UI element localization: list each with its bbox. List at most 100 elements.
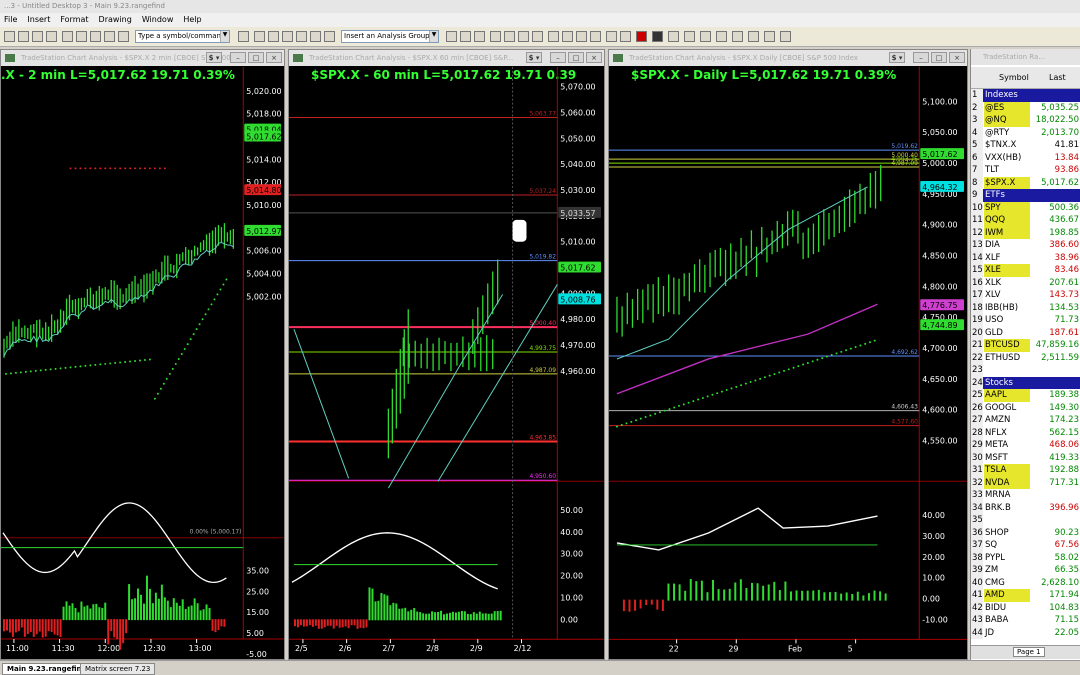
symbol-cell[interactable]: AAPL <box>984 389 1030 402</box>
arrow-icon[interactable] <box>296 31 307 42</box>
horizontal-line-icon[interactable] <box>548 31 559 42</box>
symbol-cell[interactable]: META <box>984 439 1030 452</box>
wrench-icon[interactable] <box>748 31 759 42</box>
vertical-line-icon[interactable] <box>562 31 573 42</box>
record-icon[interactable] <box>636 31 647 42</box>
zoom-icon[interactable] <box>254 31 265 42</box>
radar-icon[interactable] <box>76 31 87 42</box>
link-icon[interactable] <box>238 31 249 42</box>
quote-row[interactable]: 8 $SPX.X 5,017.62 <box>971 176 1080 189</box>
rectangle-icon[interactable] <box>620 31 631 42</box>
symbol-cell[interactable]: VXX(HB) <box>984 152 1030 165</box>
symbol-cell[interactable]: GOOGL <box>984 402 1030 415</box>
symbol-cell[interactable]: XLV <box>984 289 1030 302</box>
quote-row[interactable]: 5 $TNX.X 41.81 <box>971 139 1080 152</box>
quote-row[interactable]: 11 QQQ 436.67 <box>971 214 1080 227</box>
quote-row[interactable]: 42 BIDU 104.83 <box>971 601 1080 615</box>
tools-icon[interactable] <box>684 31 695 42</box>
quote-row[interactable]: 13 DIA 386.60 <box>971 239 1080 252</box>
analysis-group-input[interactable]: Insert an Analysis Group ▼ <box>341 30 439 43</box>
crosshair-icon[interactable] <box>268 31 279 42</box>
quote-row[interactable]: 20 GLD 187.61 <box>971 326 1080 340</box>
symbol-cell[interactable]: Indexes <box>984 89 1030 102</box>
strategy-icon[interactable] <box>460 31 471 42</box>
symbol-cell[interactable]: GLD <box>984 327 1030 340</box>
symbol-cell[interactable]: @NQ <box>984 114 1030 127</box>
symbol-cell[interactable]: XLK <box>984 277 1030 290</box>
quote-row[interactable]: 32 NVDA 717.31 <box>971 476 1080 489</box>
quote-row[interactable]: 39 ZM 66.35 <box>971 564 1080 577</box>
quote-row[interactable]: 1 Indexes <box>971 89 1080 102</box>
bell-icon[interactable] <box>780 31 791 42</box>
quote-row[interactable]: 27 AMZN 174.23 <box>971 414 1080 427</box>
quote-row[interactable]: 41 AMD 171.94 <box>971 589 1080 602</box>
symbol-cell[interactable]: TSLA <box>984 464 1030 477</box>
undo-icon[interactable] <box>764 31 775 42</box>
symbol-cell[interactable]: ETHUSD <box>984 352 1030 365</box>
quote-row[interactable]: 4 @RTY 2,013.70 <box>971 126 1080 139</box>
symbol-cell[interactable]: IBB(HB) <box>984 302 1030 315</box>
channel-icon[interactable] <box>590 31 601 42</box>
chevron-down-icon[interactable]: ▼ <box>220 31 229 42</box>
drawing-icon[interactable] <box>474 31 485 42</box>
lock-icon[interactable] <box>668 31 679 42</box>
quote-row[interactable]: 28 NFLX 562.15 <box>971 426 1080 439</box>
scanner-icon[interactable] <box>118 31 129 42</box>
symbol-cell[interactable]: BTCUSD <box>984 339 1030 352</box>
bar-icon[interactable] <box>490 31 501 42</box>
page-tab[interactable]: Page 1 <box>1013 647 1045 657</box>
symbol-cell[interactable]: NVDA <box>984 476 1030 489</box>
price-plot[interactable]: 5,020.005,018.005,016.005,014.005,012.00… <box>1 50 284 659</box>
col-symbol[interactable]: Symbol <box>999 73 1029 82</box>
quote-row[interactable]: 7 TLT 93.86 <box>971 164 1080 177</box>
symbol-cell[interactable]: MSFT <box>984 452 1030 465</box>
symbol-cell[interactable]: DIA <box>984 239 1030 252</box>
grid-icon[interactable] <box>652 31 663 42</box>
symbol-cell[interactable]: AMD <box>984 589 1030 602</box>
quote-row[interactable]: 19 USO 71.73 <box>971 314 1080 327</box>
symbol-input[interactable]: Type a symbol/command ▼ <box>135 30 230 43</box>
quote-row[interactable]: 40 CMG 2,628.10 <box>971 576 1080 589</box>
quote-row[interactable]: 22 ETHUSD 2,511.59 <box>971 351 1080 365</box>
symbol-cell[interactable]: BIDU <box>984 602 1030 615</box>
search-icon[interactable] <box>700 31 711 42</box>
symbol-cell[interactable]: MRNA <box>984 489 1030 502</box>
quote-row[interactable]: 29 META 468.06 <box>971 439 1080 452</box>
indicator-icon[interactable] <box>446 31 457 42</box>
quote-row[interactable]: 12 IWM 198.85 <box>971 226 1080 239</box>
line-icon[interactable] <box>518 31 529 42</box>
menu-drawing[interactable]: Drawing <box>99 15 132 25</box>
quote-row[interactable]: 2 @ES 5,035.25 <box>971 101 1080 114</box>
price-plot[interactable]: 5,100.005,050.005,000.004,950.004,900.00… <box>609 50 967 659</box>
price-plot[interactable]: 5,070.00 5,060.00 5,050.00 5,040.00 5,030.00… <box>289 50 604 659</box>
symbol-cell[interactable]: AMZN <box>984 414 1030 427</box>
candle-icon[interactable] <box>504 31 515 42</box>
symbol-cell[interactable]: USO <box>984 314 1030 327</box>
symbol-cell[interactable]: $TNX.X <box>984 139 1030 152</box>
quote-row[interactable]: 17 XLV 143.73 <box>971 289 1080 302</box>
quote-row[interactable]: 33 MRNA <box>971 489 1080 502</box>
quote-row[interactable]: 16 XLK 207.61 <box>971 276 1080 290</box>
text-icon[interactable] <box>310 31 321 42</box>
quote-row[interactable]: 38 PYPL 58.02 <box>971 551 1080 564</box>
menu-file[interactable]: File <box>4 15 17 25</box>
save-icon[interactable] <box>32 31 43 42</box>
quote-row[interactable]: 43 BABA 71.15 <box>971 614 1080 627</box>
symbol-cell[interactable]: ETFs <box>984 189 1030 202</box>
quote-row[interactable]: 34 BRK.B 396.96 <box>971 501 1080 514</box>
cursor-icon[interactable] <box>716 31 727 42</box>
quote-row[interactable]: 3 @NQ 18,022.50 <box>971 114 1080 127</box>
quote-row[interactable]: 15 XLE 83.46 <box>971 264 1080 277</box>
symbol-cell[interactable]: Stocks <box>984 377 1030 390</box>
symbol-cell[interactable]: BABA <box>984 614 1030 627</box>
chevron-down-icon[interactable]: ▼ <box>429 31 438 42</box>
orderbar-icon[interactable] <box>104 31 115 42</box>
quote-row[interactable]: 25 AAPL 189.38 <box>971 389 1080 402</box>
menu-window[interactable]: Window <box>142 15 174 25</box>
symbol-cell[interactable]: SHOP <box>984 527 1030 540</box>
symbol-cell[interactable]: TLT <box>984 164 1030 177</box>
trendline-icon[interactable] <box>324 31 335 42</box>
menu-insert[interactable]: Insert <box>27 15 50 25</box>
symbol-cell[interactable]: SPY <box>984 201 1030 214</box>
quote-row[interactable]: 37 SQ 67.56 <box>971 539 1080 552</box>
